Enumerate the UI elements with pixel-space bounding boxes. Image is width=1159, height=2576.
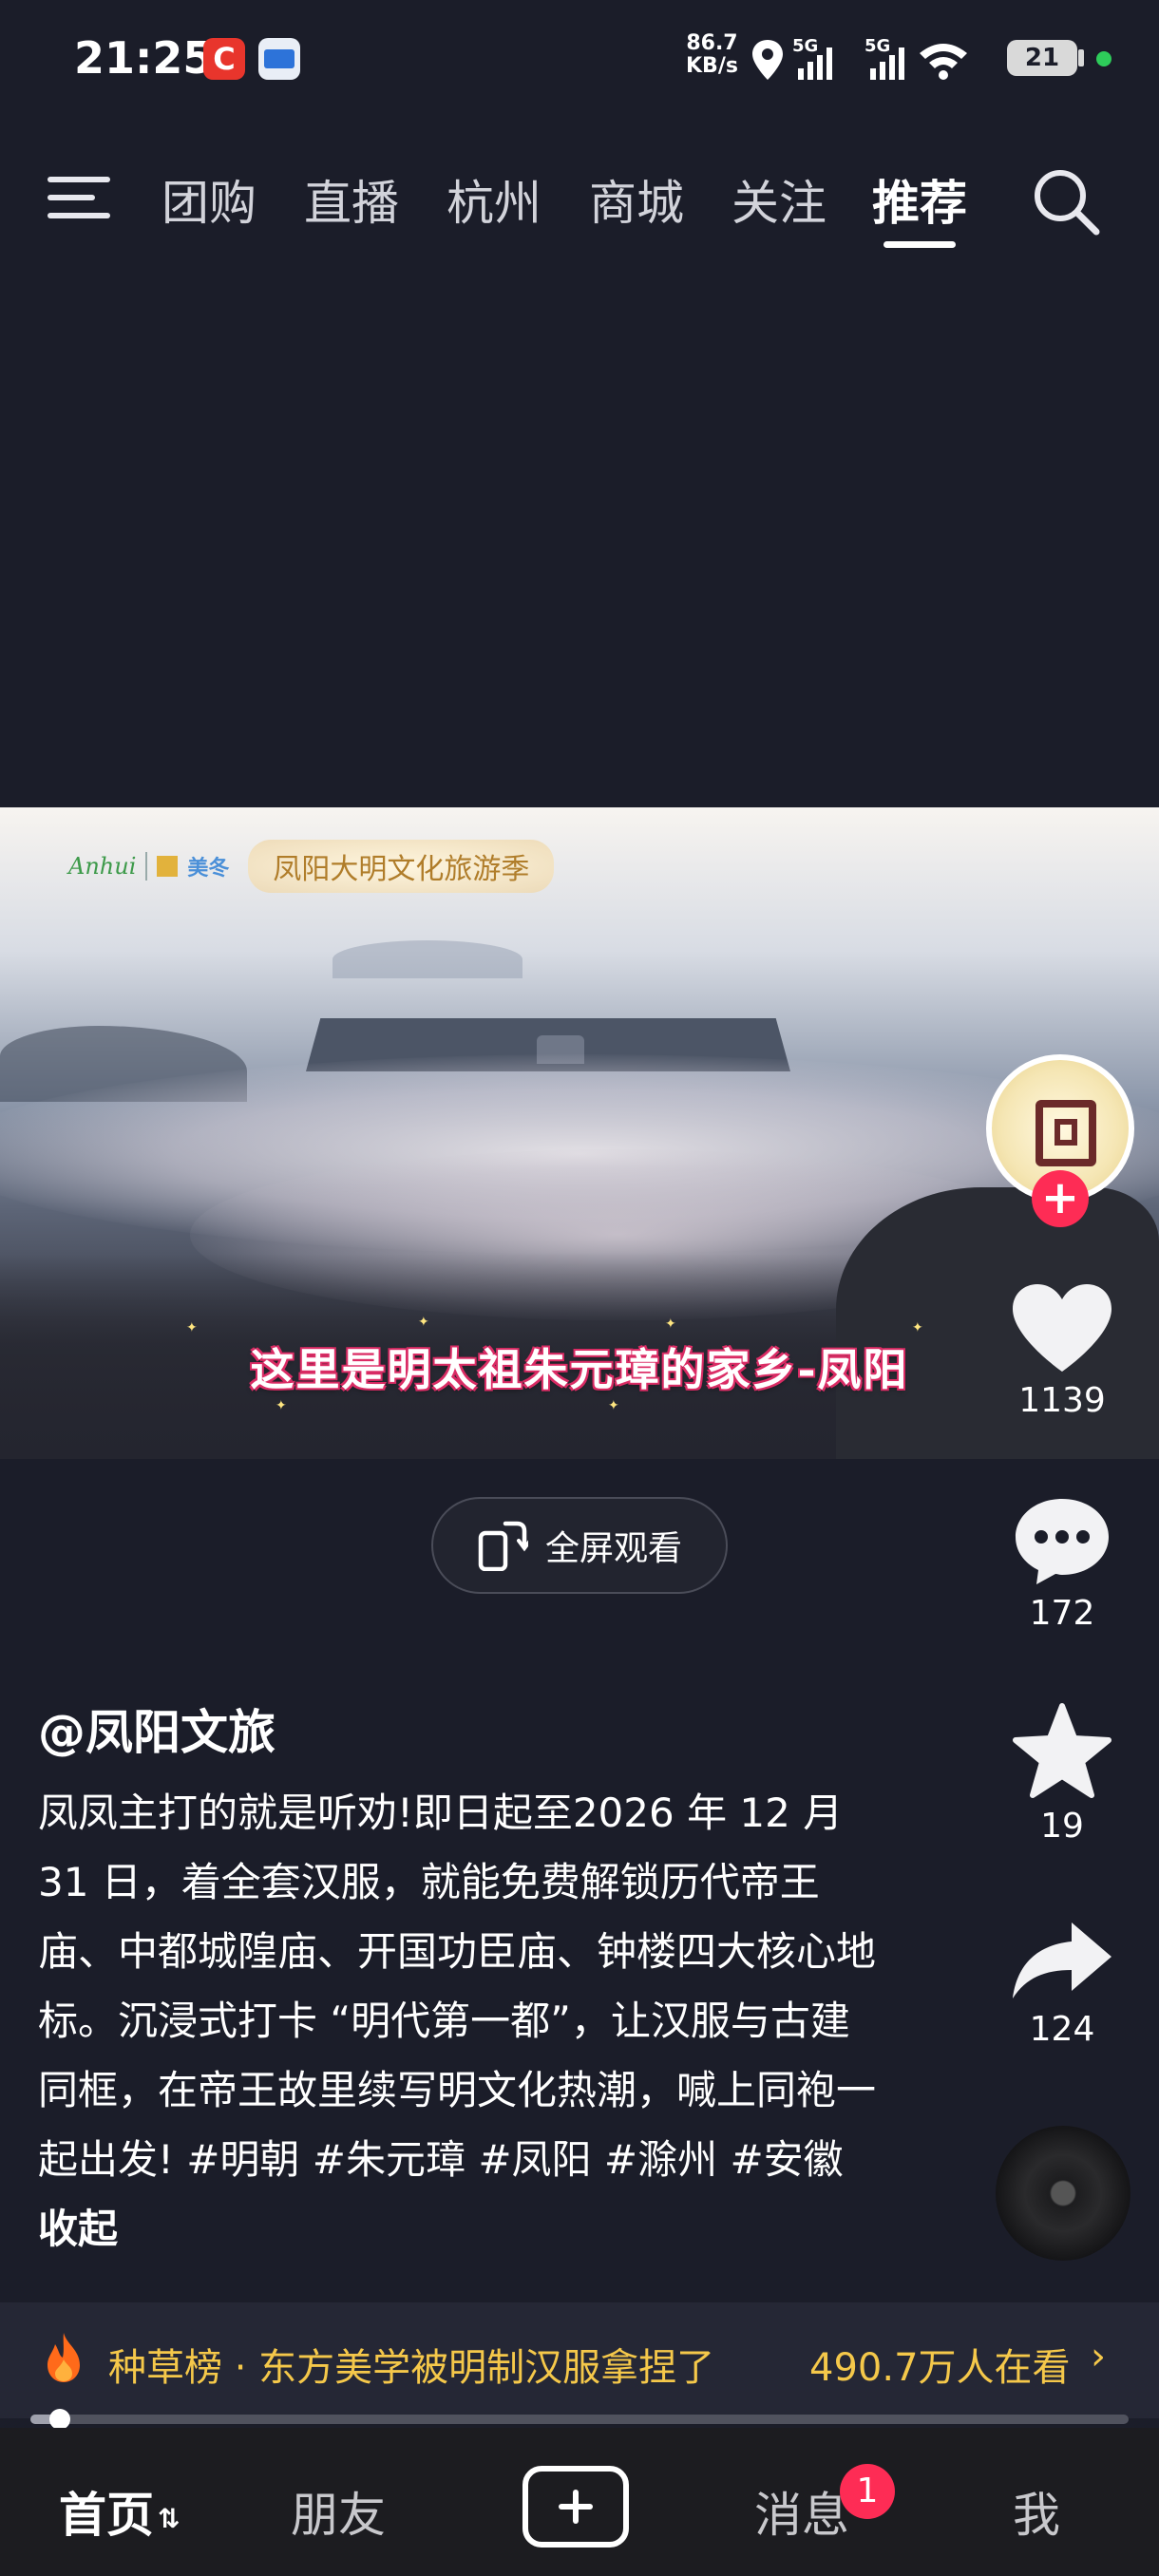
trending-banner[interactable]: 种草榜 · 东方美学被明制汉服拿捏了 490.7万人在看 › <box>0 2302 1159 2418</box>
signal-5g-label-1: 5G <box>792 36 818 56</box>
chevron-right-icon: › <box>1091 2335 1106 2378</box>
heart-icon <box>1013 1284 1112 1372</box>
video-scene-hill <box>332 940 522 978</box>
swap-arrows-icon: ⇅ <box>158 2503 180 2534</box>
menu-icon[interactable] <box>48 171 114 224</box>
status-bar: 21:25 C 86.7 KB/s 5G 5G 21 <box>0 0 1159 114</box>
video-progress-bar[interactable] <box>30 2415 1129 2424</box>
share-button[interactable]: 124 <box>988 1917 1136 2049</box>
tab-live[interactable]: 直播 <box>304 165 399 234</box>
post-description: 凤凤主打的就是听劝!即日起至2026 年 12 月 31 日，着全套汉服，就能免… <box>38 1778 884 2263</box>
privacy-indicator <box>1096 51 1112 66</box>
top-nav: 团购 直播 杭州 商城 关注 推荐 <box>0 142 1159 256</box>
network-speed-value: 86.7 <box>686 31 738 55</box>
tab-me[interactable]: 我 <box>1013 2477 1060 2546</box>
share-count: 124 <box>1029 2010 1095 2049</box>
network-speed: 86.7 KB/s <box>686 32 738 78</box>
tab-local-city[interactable]: 杭州 <box>446 165 542 234</box>
tab-messages[interactable]: 消息 <box>754 2477 849 2546</box>
signal-5g-label-2: 5G <box>864 36 890 56</box>
sparkle: ✦ <box>418 1315 429 1330</box>
video-subtitle: 这里是明太祖朱元璋的家乡-凤阳 <box>250 1344 909 1395</box>
comment-icon <box>1016 1499 1109 1584</box>
status-time: 21:25 <box>74 32 214 84</box>
favorite-button[interactable]: 19 <box>988 1702 1136 1846</box>
network-speed-unit: KB/s <box>686 54 738 78</box>
battery-tip <box>1078 49 1084 66</box>
video-watermark-logo: Anhui 美冬 凤阳大明文化旅游季 <box>68 840 555 893</box>
status-icons: 5G 5G <box>752 36 967 80</box>
tab-recommended[interactable]: 推荐 <box>872 165 967 234</box>
like-count: 1139 <box>1018 1381 1106 1420</box>
fullscreen-label: 全屏观看 <box>544 1529 682 1568</box>
favorite-count: 19 <box>1040 1807 1084 1846</box>
progress-handle[interactable] <box>49 2409 70 2430</box>
rotate-screen-icon <box>478 1521 528 1571</box>
sparkle: ✦ <box>608 1398 619 1413</box>
anhui-logo: Anhui <box>68 853 137 880</box>
comment-button[interactable]: 172 <box>988 1493 1136 1633</box>
bottom-tab-bar: 首页 ⇅ 朋友 消息 1 我 <box>0 2428 1159 2576</box>
like-button[interactable]: 1139 <box>988 1280 1136 1420</box>
video-player[interactable]: Anhui 美冬 凤阳大明文化旅游季 ✦ ✦ ✦ ✦ ✦ ✦ 这里是明太祖朱元璋… <box>0 807 1159 1459</box>
collapse-button[interactable]: 收起 <box>38 2206 118 2252</box>
sponsor-logo-icon <box>157 856 179 877</box>
tab-mall[interactable]: 商城 <box>589 165 684 234</box>
tab-home[interactable]: 首页 ⇅ <box>59 2477 180 2546</box>
sparkle: ✦ <box>665 1316 676 1332</box>
location-icon <box>752 40 783 80</box>
trending-viewers: 490.7万人在看 <box>809 2346 1071 2390</box>
description-text: 凤凤主打的就是听劝!即日起至2026 年 12 月 31 日，着全套汉服，就能免… <box>38 1790 877 2183</box>
create-post-button[interactable] <box>522 2466 629 2548</box>
hashtag[interactable]: #明朝 <box>186 2136 299 2183</box>
star-icon <box>1013 1703 1112 1798</box>
tab-friends[interactable]: 朋友 <box>291 2477 386 2546</box>
tab-following[interactable]: 关注 <box>732 165 826 234</box>
search-icon[interactable] <box>1032 167 1102 237</box>
sponsor-logo: 美冬 <box>187 857 230 881</box>
active-tab-indicator <box>884 241 956 248</box>
app-notification-icon: C <box>203 38 245 80</box>
hashtag[interactable]: #凤阳 <box>478 2136 591 2183</box>
tab-home-label: 首页 <box>59 2488 154 2543</box>
music-disc[interactable] <box>996 2126 1130 2261</box>
hashtag[interactable]: #滁州 <box>604 2136 717 2183</box>
fire-icon <box>48 2333 80 2382</box>
sparkle: ✦ <box>912 1320 923 1335</box>
fullscreen-button[interactable]: 全屏观看 <box>431 1497 728 1594</box>
follow-button[interactable]: + <box>1032 1170 1089 1227</box>
battery-icon: 21 <box>1007 40 1077 76</box>
author-name[interactable]: @凤阳文旅 <box>38 1695 276 1763</box>
app-notification-icon-2 <box>258 38 300 80</box>
hashtag[interactable]: #安徽 <box>730 2136 843 2183</box>
hashtag[interactable]: #朱元璋 <box>313 2136 466 2183</box>
tab-group-buy[interactable]: 团购 <box>162 165 256 234</box>
comment-count: 172 <box>1029 1594 1095 1633</box>
event-banner: 凤阳大明文化旅游季 <box>248 840 555 893</box>
trending-title: 种草榜 · 东方美学被明制汉服拿捏了 <box>108 2346 715 2390</box>
share-icon <box>1013 1923 1112 1998</box>
seal-logo <box>1036 1100 1096 1166</box>
wifi-icon <box>920 44 967 80</box>
messages-badge: 1 <box>840 2464 895 2519</box>
sparkle: ✦ <box>186 1320 198 1335</box>
sparkle: ✦ <box>276 1398 287 1413</box>
